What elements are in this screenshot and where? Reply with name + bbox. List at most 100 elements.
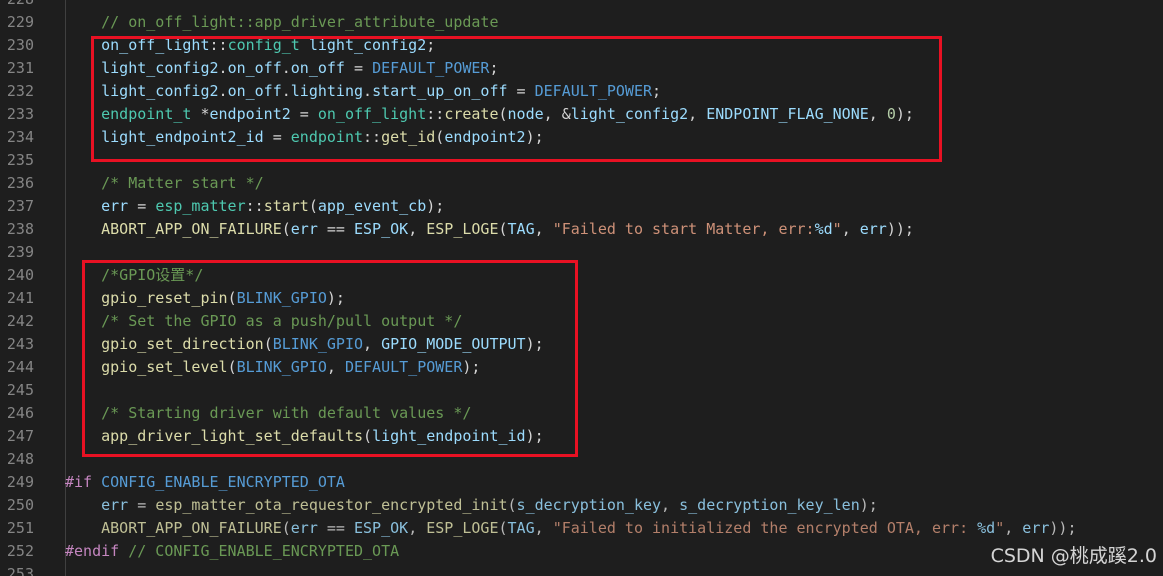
code-line[interactable]: 238 ABORT_APP_ON_FAILURE(err == ESP_OK, … — [0, 218, 1163, 241]
code-token: err — [1022, 519, 1050, 537]
code-token: err — [101, 496, 129, 514]
code-token: ESP_OK — [354, 220, 409, 238]
code-token: )); — [886, 220, 914, 238]
code-text: ABORT_APP_ON_FAILURE(err == ESP_OK, ESP_… — [65, 218, 914, 241]
code-token: , — [661, 496, 680, 514]
code-token: %d — [977, 519, 996, 537]
line-number: 246 — [6, 404, 34, 422]
code-token: ); — [859, 496, 878, 514]
code-token: // CONFIG_ENABLE_ENCRYPTED_OTA — [128, 542, 400, 560]
code-token: err — [290, 220, 318, 238]
code-token: err — [101, 197, 129, 215]
line-number: 249 — [6, 473, 34, 491]
code-token: app_event_cb — [317, 197, 427, 215]
line-number: 231 — [6, 59, 34, 77]
code-token: ESP_LOGE — [426, 519, 499, 537]
code-token: ESP_LOGE — [426, 220, 499, 238]
code-token: %d — [814, 220, 833, 238]
code-token: "Failed to start Matter, err: — [552, 220, 815, 238]
code-text: err = esp_matter_ota_requestor_encrypted… — [65, 494, 878, 517]
code-token: " — [832, 220, 842, 238]
line-number: 252 — [6, 542, 34, 560]
code-token: esp_matter_ota_requestor_encrypted_init — [155, 496, 508, 514]
line-number: 228 — [0, 0, 34, 11]
code-token: ( — [507, 496, 517, 514]
code-token: == — [317, 220, 354, 238]
code-token: start — [263, 197, 309, 215]
code-token: == — [317, 519, 354, 537]
line-number: 241 — [6, 289, 34, 307]
code-line[interactable]: 252 #endif // CONFIG_ENABLE_ENCRYPTED_OTA — [0, 540, 1163, 563]
code-token: err — [290, 519, 318, 537]
watermark: CSDN @桃成蹊2.0 — [990, 545, 1157, 567]
code-line[interactable]: 228 — [0, 0, 1163, 11]
code-token: , — [1004, 519, 1023, 537]
line-number: 247 — [6, 427, 34, 445]
code-token: TAG — [507, 220, 535, 238]
line-number: 232 — [6, 82, 34, 100]
code-line[interactable]: 236 /* Matter start */ — [0, 172, 1163, 195]
line-number: 230 — [6, 36, 34, 54]
code-text: #endif // CONFIG_ENABLE_ENCRYPTED_OTA — [65, 540, 399, 563]
line-number: 240 — [6, 266, 34, 284]
code-token: :: — [245, 197, 264, 215]
line-number: 242 — [6, 312, 34, 330]
code-token: /* Matter start */ — [101, 174, 264, 192]
code-token: CONFIG_ENABLE_ENCRYPTED_OTA — [101, 473, 345, 491]
code-token: , — [534, 220, 553, 238]
code-token: ESP_OK — [354, 519, 409, 537]
code-token: )); — [1049, 519, 1077, 537]
line-number: 235 — [6, 151, 34, 169]
code-line[interactable]: 250 err = esp_matter_ota_requestor_encry… — [0, 494, 1163, 517]
code-token: #if — [65, 473, 93, 491]
code-token: ( — [498, 519, 508, 537]
highlight-box-gpio — [82, 260, 578, 457]
code-token: esp_matter — [155, 197, 246, 215]
code-token: s_decryption_key — [516, 496, 662, 514]
code-text: /* Matter start */ — [65, 172, 264, 195]
highlight-box-endpoint2 — [91, 36, 942, 162]
line-number: 234 — [6, 128, 34, 146]
code-line[interactable]: 253 — [0, 563, 1163, 576]
line-number: 250 — [6, 496, 34, 514]
code-text: // on_off_light::app_driver_attribute_up… — [65, 11, 498, 34]
line-number: 238 — [6, 220, 34, 238]
code-token: ( — [281, 220, 291, 238]
line-number: 248 — [6, 450, 34, 468]
code-line[interactable]: 249 #if CONFIG_ENABLE_ENCRYPTED_OTA — [0, 471, 1163, 494]
code-token: , — [408, 220, 427, 238]
code-token: err — [859, 220, 887, 238]
code-line[interactable]: 251 ABORT_APP_ON_FAILURE(err == ESP_OK, … — [0, 517, 1163, 540]
code-token: , — [534, 519, 553, 537]
line-number: 243 — [6, 335, 34, 353]
code-line[interactable]: 237 err = esp_matter::start(app_event_cb… — [0, 195, 1163, 218]
line-number: 251 — [6, 519, 34, 537]
code-token: ABORT_APP_ON_FAILURE — [101, 220, 282, 238]
code-token: TAG — [507, 519, 535, 537]
code-line[interactable]: 229 // on_off_light::app_driver_attribut… — [0, 11, 1163, 34]
line-number: 229 — [6, 13, 34, 31]
code-text: #if CONFIG_ENABLE_ENCRYPTED_OTA — [65, 471, 345, 494]
code-token: ( — [498, 220, 508, 238]
line-number: 233 — [6, 105, 34, 123]
code-token: #endif — [65, 542, 120, 560]
code-editor[interactable]: 228229 // on_off_light::app_driver_attri… — [0, 0, 1163, 576]
code-token: = — [128, 197, 156, 215]
code-text: err = esp_matter::start(app_event_cb); — [65, 195, 444, 218]
code-token: = — [128, 496, 156, 514]
code-token: "Failed to initialized the encrypted OTA… — [552, 519, 978, 537]
line-number: 236 — [6, 174, 34, 192]
code-token: s_decryption_key_len — [679, 496, 860, 514]
code-token: ( — [308, 197, 318, 215]
code-token: , — [408, 519, 427, 537]
line-number: 237 — [6, 197, 34, 215]
line-number: 245 — [6, 381, 34, 399]
